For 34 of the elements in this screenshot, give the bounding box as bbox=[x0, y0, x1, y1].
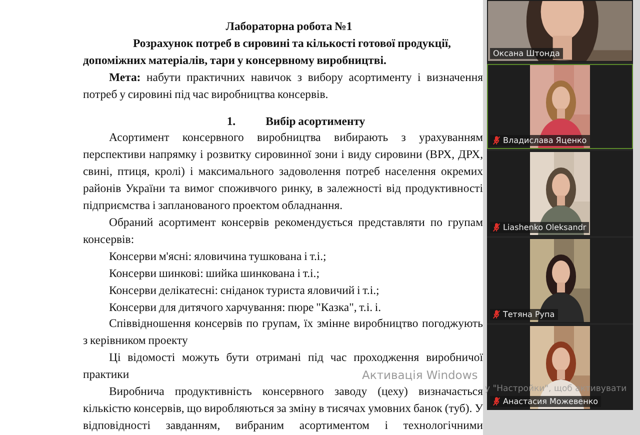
activation-notice: Активація Windows bbox=[362, 368, 478, 382]
paragraph-line: відповідності завданням, вибраним асортиментом і технологічними bbox=[83, 418, 483, 434]
paragraph-line: Виробнича продуктивність консервного заводу (цеху) визначається bbox=[108, 384, 483, 400]
participant-name: Владислава Яценко bbox=[490, 135, 590, 146]
participant-name: Liashenko Oleksandr bbox=[490, 222, 590, 233]
paragraph-line: практики bbox=[83, 367, 130, 384]
paragraph-line: свині, птиця, кролі) і максимального задоволення потреб населення окремих bbox=[83, 164, 483, 180]
paragraph-line: Обраний асортимент консервів рекомендується представляти по групам bbox=[108, 214, 483, 231]
list-item: Консерви шинкові: шийка шинкована і т.і.; bbox=[109, 266, 320, 282]
paragraph-line: з керівником проекту bbox=[83, 333, 188, 350]
section-number: 1. bbox=[226, 114, 236, 130]
list-item: Консерви м'ясні: яловичина тушкована і т.і.; bbox=[109, 248, 326, 265]
document-title: допоміжних матеріалів, тари у консервному виробництві. bbox=[83, 52, 388, 69]
list-item: Консерви делікатесні: сніданок туриста яловичий і т.і.; bbox=[109, 282, 380, 299]
paragraph-line: Ці відомості можуть бути отримані під час проходження виробничої bbox=[108, 350, 483, 366]
paragraph-line: Асортимент консервного виробництва вибирають з урахуванням bbox=[108, 130, 483, 146]
video-tile[interactable]: Liashenko Oleksandr bbox=[487, 151, 633, 236]
video-tile[interactable]: Владислава Яценко bbox=[487, 64, 633, 149]
list-item: Консерви для дитячого харчування: пюре "Казка", т.і. і. bbox=[109, 300, 382, 316]
paragraph-line: Співвідношення консервів по групам, їх змінне виробництво погоджують bbox=[108, 316, 483, 332]
paragraph-line: консервів: bbox=[83, 232, 134, 248]
section-heading: Вибір асортименту bbox=[266, 114, 366, 130]
paragraph-line: районів України та вимог споживчого ринку, в залежності від продуктивності bbox=[83, 181, 483, 198]
document-title: Розрахунок потреб в сировині та кількості готової продукції, bbox=[132, 36, 452, 52]
goal-paragraph: Мета: набути практичних навичок з вибору асортименту і визначення потреб у сировині під час виробництва консервів. bbox=[83, 70, 483, 103]
participant-name: Тетяна Рупа bbox=[490, 309, 558, 320]
paragraph-line: підприємства і запланованого проектом обладнання. bbox=[83, 198, 342, 214]
paragraph-line: кількістю консервів, що виробляються за зміну в тисячах умовних банок (туб). У bbox=[83, 400, 483, 417]
participant-name: Оксана Штонда bbox=[490, 48, 563, 59]
participant-name: Анастасия Можевенко bbox=[490, 396, 602, 407]
document-title: Лабораторна робота №1 bbox=[224, 19, 354, 35]
paragraph-line: перспективи напрямку і розвитку сировинної зони і виду сировини (ВРХ, ДРХ, bbox=[83, 147, 483, 164]
video-tile[interactable]: Тетяна Рупа bbox=[487, 238, 633, 323]
video-tile[interactable]: Оксана Штонда bbox=[487, 0, 633, 62]
